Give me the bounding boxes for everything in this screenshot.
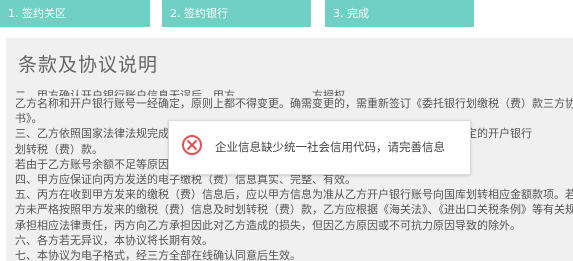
agreement-text: 二、甲方确认开户银行账户信息无误后，甲方…………………方授权…… 乙方名称和开户… [15, 89, 573, 261]
error-dialog: 企业信息缺少统一社会信用代码，请完善信息 [168, 120, 471, 175]
agreement-line: 方未严格按照甲方发来的缴税（费）信息及时划转税（费）款，乙方应根据《海关法》、《… [15, 203, 573, 217]
error-message: 企业信息缺少统一社会信用代码，请完善信息 [215, 140, 445, 154]
error-x-icon [182, 135, 202, 155]
step-3: 3. 完成 [325, 0, 474, 27]
step-2: 2. 签约银行 [162, 0, 311, 27]
agreement-line: 承担相应法律责任，丙方向乙方承担因此对乙方造成的损失，但因乙方原因或不可抗力原因… [15, 218, 521, 232]
step-bar: 1. 签约关区 2. 签约银行 3. 完成 [0, 0, 573, 28]
agreement-line: 二、甲方确认开户银行账户信息无误后，甲方…………………方授权…… [15, 89, 367, 96]
agreement-title: 条款及协议说明 [18, 54, 159, 76]
agreement-line: 七、本协议为电子格式，经三方全部在线确认同意后生效。 [15, 248, 301, 261]
agreement-line: 五、丙方在收到甲方发来的缴税（费）信息后，应以甲方信息为准从乙方开户银行账号向国… [15, 188, 573, 202]
agreement-line: 乙方名称和开户银行账号一经确定，原则上都不得变更。确需变更的，需重新签订《委托银… [15, 97, 573, 110]
step-1: 1. 签约关区 [0, 0, 150, 27]
agreement-line: 六、各方若无异议，本协议将长期有效。 [15, 233, 213, 247]
